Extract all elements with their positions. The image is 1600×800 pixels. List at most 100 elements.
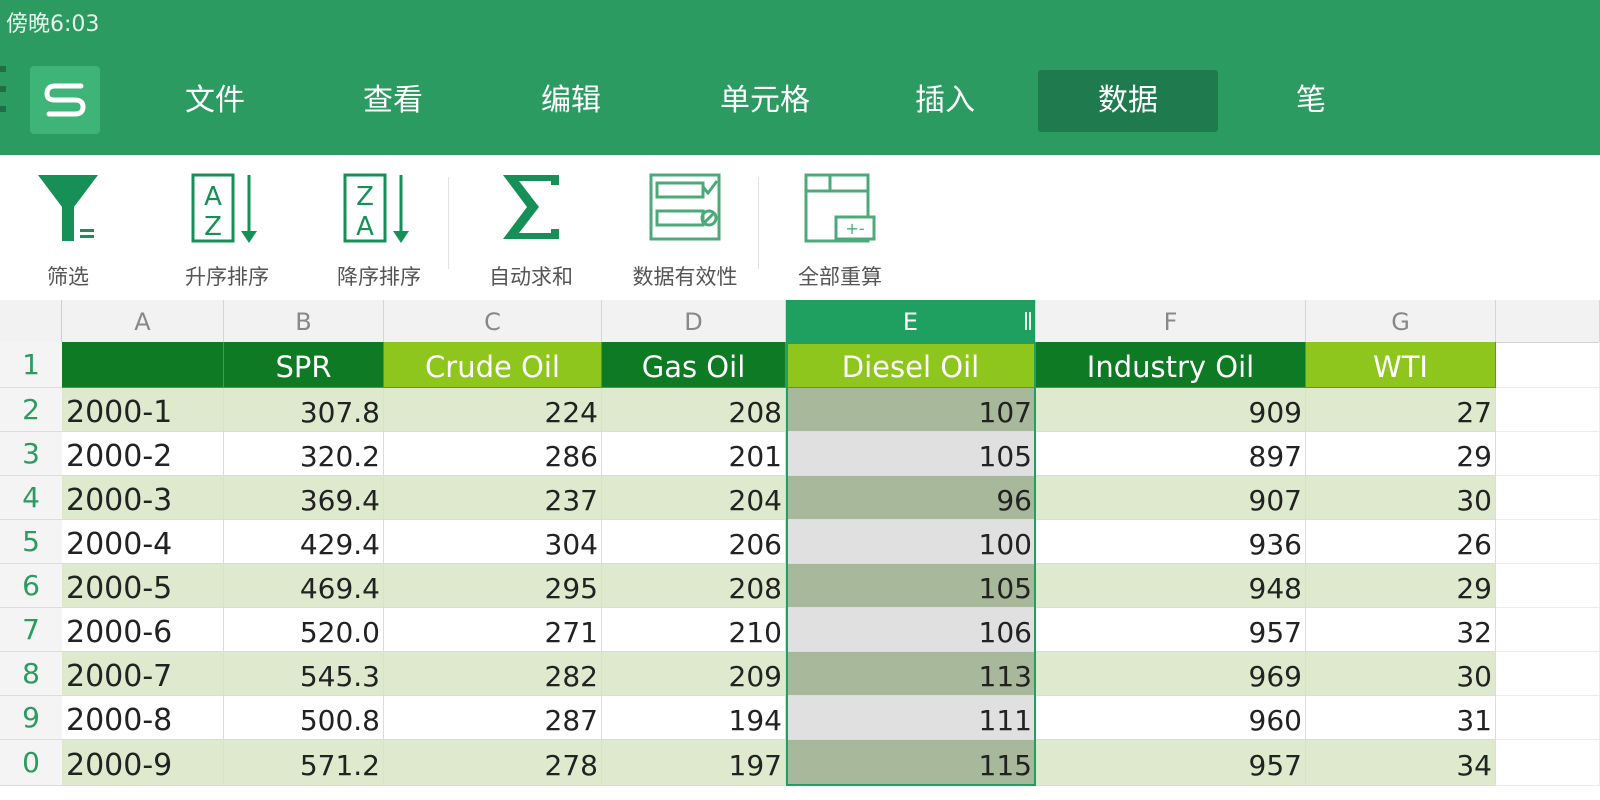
data-cell[interactable]: 30 (1306, 476, 1496, 520)
data-cell[interactable]: 34 (1306, 740, 1496, 786)
empty-cell[interactable] (1496, 696, 1600, 740)
column-header-g[interactable]: G (1306, 300, 1496, 342)
data-cell[interactable]: 960 (1036, 696, 1306, 740)
data-cell[interactable]: 545.3 (224, 652, 384, 696)
data-cell[interactable]: 105 (786, 564, 1036, 608)
drawer-handle-icon[interactable] (0, 66, 6, 126)
data-cell[interactable]: 113 (786, 652, 1036, 696)
data-cell[interactable]: 897 (1036, 432, 1306, 476)
row-header-4[interactable]: 4 (0, 476, 62, 520)
empty-cell[interactable] (1496, 652, 1600, 696)
header-cell-c[interactable]: Crude Oil (384, 342, 602, 388)
empty-cell[interactable] (1496, 342, 1600, 388)
data-cell[interactable]: 520.0 (224, 608, 384, 652)
data-cell[interactable]: 278 (384, 740, 602, 786)
data-cell[interactable]: 194 (602, 696, 786, 740)
header-cell-d[interactable]: Gas Oil (602, 342, 786, 388)
column-header-f[interactable]: F (1036, 300, 1306, 342)
data-validation-button[interactable]: 数据有效性 (610, 155, 760, 300)
data-cell[interactable]: 320.2 (224, 432, 384, 476)
data-cell[interactable]: 271 (384, 608, 602, 652)
data-cell[interactable]: 948 (1036, 564, 1306, 608)
data-cell[interactable]: 27 (1306, 388, 1496, 432)
data-cell[interactable]: 369.4 (224, 476, 384, 520)
data-cell[interactable]: 206 (602, 520, 786, 564)
tab-cell[interactable]: 单元格 (680, 70, 850, 132)
empty-cell[interactable] (1496, 388, 1600, 432)
header-cell-e[interactable]: Diesel Oil (786, 342, 1036, 388)
data-cell[interactable]: 2000-9 (62, 740, 224, 786)
tab-insert[interactable]: 插入 (880, 70, 1010, 132)
data-cell[interactable]: 197 (602, 740, 786, 786)
data-cell[interactable]: 957 (1036, 740, 1306, 786)
tab-pen[interactable]: 笔 (1246, 70, 1376, 132)
data-cell[interactable]: 209 (602, 652, 786, 696)
data-cell[interactable]: 2000-2 (62, 432, 224, 476)
row-header-6[interactable]: 6 (0, 564, 62, 608)
data-cell[interactable]: 307.8 (224, 388, 384, 432)
data-cell[interactable]: 2000-1 (62, 388, 224, 432)
data-cell[interactable]: 105 (786, 432, 1036, 476)
column-header-d[interactable]: D (602, 300, 786, 342)
data-cell[interactable]: 936 (1036, 520, 1306, 564)
data-cell[interactable]: 111 (786, 696, 1036, 740)
data-cell[interactable]: 26 (1306, 520, 1496, 564)
data-cell[interactable]: 429.4 (224, 520, 384, 564)
data-cell[interactable]: 208 (602, 388, 786, 432)
data-cell[interactable]: 107 (786, 388, 1036, 432)
data-cell[interactable]: 224 (384, 388, 602, 432)
data-cell[interactable]: 29 (1306, 432, 1496, 476)
data-cell[interactable]: 969 (1036, 652, 1306, 696)
row-header-10[interactable]: 0 (0, 740, 62, 786)
data-cell[interactable]: 29 (1306, 564, 1496, 608)
data-cell[interactable]: 2000-8 (62, 696, 224, 740)
header-cell-g[interactable]: WTI (1306, 342, 1496, 388)
data-cell[interactable]: 204 (602, 476, 786, 520)
data-cell[interactable]: 469.4 (224, 564, 384, 608)
data-cell[interactable]: 31 (1306, 696, 1496, 740)
data-cell[interactable]: 115 (786, 740, 1036, 786)
data-cell[interactable]: 210 (602, 608, 786, 652)
data-cell[interactable]: 2000-4 (62, 520, 224, 564)
sort-ascending-button[interactable]: A Z 升序排序 (162, 155, 292, 300)
header-cell-b[interactable]: SPR (224, 342, 384, 388)
data-cell[interactable]: 237 (384, 476, 602, 520)
row-header-8[interactable]: 8 (0, 652, 62, 696)
data-cell[interactable]: 106 (786, 608, 1036, 652)
column-header-c[interactable]: C (384, 300, 602, 342)
app-logo-icon[interactable] (30, 66, 100, 134)
select-all-corner[interactable] (0, 300, 62, 342)
column-header-e[interactable]: E (786, 300, 1036, 342)
data-cell[interactable]: 907 (1036, 476, 1306, 520)
empty-cell[interactable] (1496, 432, 1600, 476)
empty-cell[interactable] (1496, 740, 1600, 786)
header-cell-f[interactable]: Industry Oil (1036, 342, 1306, 388)
column-resize-handle-icon[interactable] (1025, 312, 1031, 330)
data-cell[interactable]: 2000-7 (62, 652, 224, 696)
empty-cell[interactable] (1496, 520, 1600, 564)
data-cell[interactable]: 909 (1036, 388, 1306, 432)
data-cell[interactable]: 100 (786, 520, 1036, 564)
row-header-5[interactable]: 5 (0, 520, 62, 564)
data-cell[interactable]: 304 (384, 520, 602, 564)
column-header-b[interactable]: B (224, 300, 384, 342)
data-cell[interactable]: 208 (602, 564, 786, 608)
autosum-button[interactable]: 自动求和 (466, 155, 596, 300)
header-cell-a[interactable] (62, 342, 224, 388)
column-header-a[interactable]: A (62, 300, 224, 342)
data-cell[interactable]: 96 (786, 476, 1036, 520)
row-header-9[interactable]: 9 (0, 696, 62, 740)
sort-descending-button[interactable]: Z A 降序排序 (314, 155, 444, 300)
empty-cell[interactable] (1496, 608, 1600, 652)
tab-data[interactable]: 数据 (1038, 70, 1218, 132)
data-cell[interactable]: 571.2 (224, 740, 384, 786)
row-header-3[interactable]: 3 (0, 432, 62, 476)
filter-button[interactable]: 筛选 (18, 155, 118, 300)
data-cell[interactable]: 201 (602, 432, 786, 476)
data-cell[interactable]: 2000-6 (62, 608, 224, 652)
empty-cell[interactable] (1496, 564, 1600, 608)
row-header-1[interactable]: 1 (0, 342, 62, 388)
data-cell[interactable]: 30 (1306, 652, 1496, 696)
data-cell[interactable]: 282 (384, 652, 602, 696)
data-cell[interactable]: 295 (384, 564, 602, 608)
